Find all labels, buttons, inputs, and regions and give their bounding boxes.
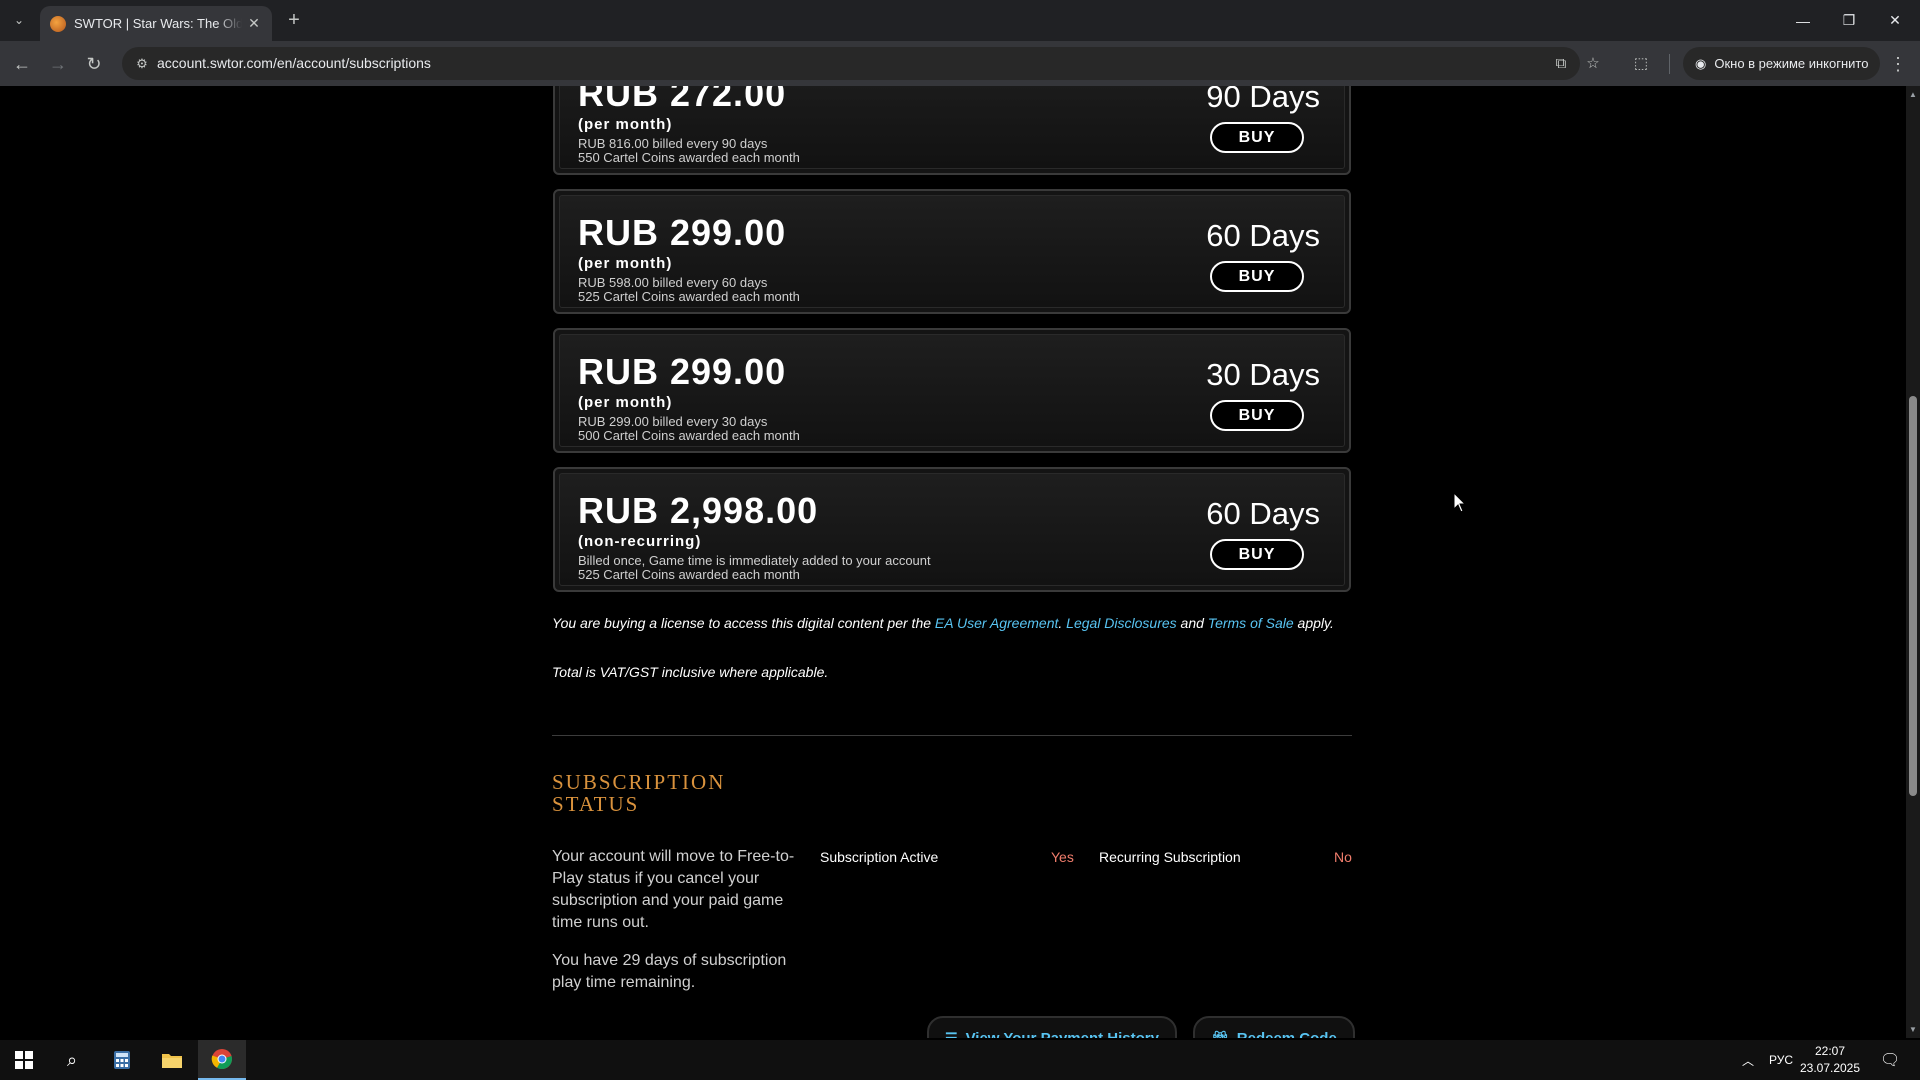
plan-billing: RUB 598.00 billed every 60 days: [578, 275, 768, 290]
plan-period: (non-recurring): [578, 533, 702, 550]
start-windows-icon[interactable]: [0, 1040, 48, 1080]
notifications-icon[interactable]: 🗨︎: [1880, 1040, 1900, 1080]
screen: ⌄ SWTOR | Star Wars: The Old Republic ✕ …: [0, 0, 1920, 1080]
plan-period: (per month): [578, 255, 673, 272]
calculator-icon[interactable]: [98, 1040, 146, 1080]
swtor-favicon-icon: [50, 15, 66, 32]
license-notice: You are buying a license to access this …: [552, 615, 1334, 631]
plan-coins: 550 Cartel Coins awarded each month: [578, 150, 800, 165]
plan-duration: 60 Days: [1206, 218, 1320, 253]
plan-duration: 30 Days: [1206, 357, 1320, 392]
scroll-up-icon[interactable]: ▲: [1909, 90, 1917, 99]
clock-time: 22:07: [1814, 1044, 1846, 1058]
page-scrollbar[interactable]: ▲ ▼: [1906, 86, 1920, 1038]
tab-title: SWTOR | Star Wars: The Old Republic: [74, 16, 242, 31]
redeem-code-button[interactable]: 🎁︎ Redeem Code: [1193, 1016, 1355, 1038]
plan-billing: Billed once, Game time is immediately ad…: [578, 553, 931, 568]
tab-close-icon[interactable]: ✕: [246, 15, 262, 31]
address-bar[interactable]: ⚙ account.swtor.com/en/account/subscript…: [122, 47, 1600, 80]
plan-price: RUB 272.00: [578, 86, 787, 114]
recurring-subscription-label: Recurring Subscription: [1099, 849, 1241, 865]
windows-taskbar: ⌕ ︿ РУС 22:07 23.07.2025 🗨︎: [0, 1040, 1920, 1080]
scroll-down-icon[interactable]: ▼: [1909, 1025, 1917, 1034]
ea-user-agreement-link[interactable]: EA User Agreement: [935, 615, 1058, 631]
input-language[interactable]: РУС: [1769, 1040, 1793, 1080]
url-text[interactable]: account.swtor.com/en/account/subscriptio…: [157, 55, 431, 71]
plan-coins: 525 Cartel Coins awarded each month: [578, 567, 800, 582]
plan-billing: RUB 816.00 billed every 90 days: [578, 136, 768, 151]
recurring-subscription-value: No: [1334, 849, 1352, 865]
buy-button[interactable]: BUY: [1210, 261, 1304, 292]
time-remaining-text: You have 29 days of subscription play ti…: [552, 952, 787, 991]
plan-coins: 500 Cartel Coins awarded each month: [578, 428, 800, 443]
forward-icon[interactable]: →: [44, 50, 72, 78]
taskbar-clock[interactable]: 22:07 23.07.2025: [1792, 1043, 1868, 1077]
plan-coins: 525 Cartel Coins awarded each month: [578, 289, 800, 304]
subscription-active-value: Yes: [1051, 849, 1074, 865]
plan-card-non-recurring: RUB 2,998.00 (non-recurring) Billed once…: [553, 467, 1351, 592]
plan-card-60-days: RUB 299.00 (per month) RUB 598.00 billed…: [553, 189, 1351, 314]
gift-icon: 🎁︎: [1211, 1030, 1229, 1038]
scrollbar-thumb[interactable]: [1909, 396, 1917, 796]
plan-duration: 90 Days: [1206, 86, 1320, 114]
buy-button[interactable]: BUY: [1210, 539, 1304, 570]
close-window-icon[interactable]: ✕: [1872, 0, 1918, 41]
file-explorer-icon[interactable]: [148, 1040, 196, 1080]
page-content: RUB 272.00 (per month) RUB 816.00 billed…: [0, 86, 1906, 1038]
incognito-icon: ◉: [1695, 55, 1707, 71]
restore-icon[interactable]: ❐: [1826, 0, 1872, 41]
incognito-indicator[interactable]: ◉ Окно в режиме инкогнито: [1683, 47, 1881, 80]
receipt-icon: ☰: [945, 1030, 958, 1038]
legal-disclosures-link[interactable]: Legal Disclosures: [1066, 615, 1177, 631]
browser-tabbar: ⌄ SWTOR | Star Wars: The Old Republic ✕ …: [0, 0, 1920, 41]
new-tab-icon[interactable]: +: [282, 8, 306, 32]
browser-tab-swtor[interactable]: SWTOR | Star Wars: The Old Republic ✕: [40, 6, 272, 41]
extensions-icon[interactable]: ⬚: [1631, 54, 1651, 74]
terms-of-sale-link[interactable]: Terms of Sale: [1208, 615, 1294, 631]
bookmark-star-icon[interactable]: ☆: [1582, 53, 1604, 75]
toolbar-separator: [1669, 54, 1670, 74]
incognito-label: Окно в режиме инкогнито: [1714, 56, 1869, 71]
subscription-active-label: Subscription Active: [820, 849, 939, 865]
back-icon[interactable]: ←: [8, 50, 36, 78]
section-divider: [552, 735, 1352, 736]
plan-price: RUB 299.00: [578, 212, 787, 253]
browser-menu-icon[interactable]: ⋮: [1886, 50, 1910, 78]
site-info-icon[interactable]: ⚙: [132, 54, 152, 74]
tray-overflow-icon[interactable]: ︿: [1742, 1040, 1754, 1080]
chrome-icon[interactable]: [198, 1040, 246, 1080]
plan-price: RUB 2,998.00: [578, 490, 819, 531]
plan-period: (per month): [578, 394, 673, 411]
payment-history-button[interactable]: ☰ View Your Payment History: [927, 1016, 1177, 1038]
plan-price: RUB 299.00: [578, 351, 787, 392]
plan-duration: 60 Days: [1206, 496, 1320, 531]
plan-card-30-days: RUB 299.00 (per month) RUB 299.00 billed…: [553, 328, 1351, 453]
minimize-icon[interactable]: —: [1780, 0, 1826, 41]
browser-toolbar: ← → ↻ ⚙ account.swtor.com/en/account/sub…: [0, 41, 1920, 86]
translate-icon[interactable]: ⧉: [1550, 53, 1572, 75]
buy-button[interactable]: BUY: [1210, 122, 1304, 153]
reload-icon[interactable]: ↻: [80, 50, 108, 78]
plan-period: (per month): [578, 116, 673, 133]
buy-button[interactable]: BUY: [1210, 400, 1304, 431]
plan-card-90-days: RUB 272.00 (per month) RUB 816.00 billed…: [553, 86, 1351, 175]
vat-notice: Total is VAT/GST inclusive where applica…: [552, 664, 829, 680]
tab-search-icon[interactable]: ⌄: [8, 8, 30, 32]
plan-billing: RUB 299.00 billed every 30 days: [578, 414, 768, 429]
free-to-play-note: Your account will move to Free-to-Play s…: [552, 848, 795, 931]
search-icon[interactable]: ⌕: [48, 1040, 96, 1080]
clock-date: 23.07.2025: [1799, 1061, 1861, 1075]
subscription-status-title: SUBSCRIPTION STATUS: [552, 770, 726, 816]
